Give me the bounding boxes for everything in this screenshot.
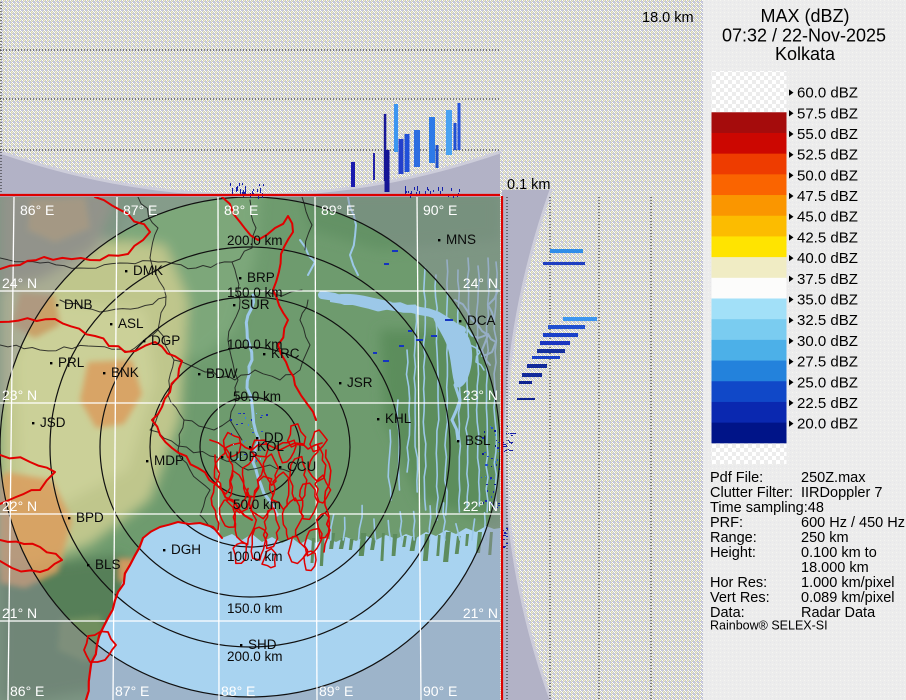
svg-text:18.0 km: 18.0 km [642,10,694,26]
svg-text:CCU: CCU [287,459,316,474]
svg-text:07:32 / 22-Nov-2025: 07:32 / 22-Nov-2025 [722,26,886,46]
svg-text:MDP: MDP [154,453,184,468]
svg-text:45.0 dBZ: 45.0 dBZ [797,209,858,226]
svg-text:30.0 dBZ: 30.0 dBZ [797,333,858,350]
svg-text:DGH: DGH [171,542,201,557]
svg-text:Range:: Range: [710,530,757,546]
svg-text:89° E: 89° E [319,683,353,699]
svg-text:32.5 dBZ: 32.5 dBZ [797,312,858,329]
svg-text:DMK: DMK [133,263,163,278]
svg-text:23° N: 23° N [2,387,37,403]
svg-text:23° N: 23° N [463,387,498,403]
svg-text:KHL: KHL [385,411,412,426]
svg-text:0.100 km to: 0.100 km to [801,545,877,561]
svg-text:BPD: BPD [76,510,104,525]
svg-text:24° N: 24° N [2,275,37,291]
svg-text:DCA: DCA [467,313,496,328]
svg-text:Clutter Filter:: Clutter Filter: [710,485,793,501]
svg-text:40.0 dBZ: 40.0 dBZ [797,250,858,267]
svg-text:18.000 km: 18.000 km [801,560,869,576]
svg-text:0.089 km/pixel: 0.089 km/pixel [801,590,895,606]
svg-text:86° E: 86° E [10,683,44,699]
svg-text:Vert Res:: Vert Res: [710,590,770,606]
svg-text:200.0 km: 200.0 km [227,233,283,248]
svg-text:27.5 dBZ: 27.5 dBZ [797,354,858,371]
svg-text:DNB: DNB [64,297,93,312]
svg-text:57.5 dBZ: 57.5 dBZ [797,105,858,122]
svg-text:Kolkata: Kolkata [775,44,836,64]
svg-text:BSL: BSL [465,433,491,448]
svg-text:BDW: BDW [206,366,238,381]
svg-text:UDP: UDP [229,449,258,464]
svg-text:35.0 dBZ: 35.0 dBZ [797,292,858,309]
svg-text:MNS: MNS [446,232,476,247]
svg-text:52.5 dBZ: 52.5 dBZ [797,147,858,164]
svg-text:Pdf File:: Pdf File: [710,470,763,486]
svg-text:21° N: 21° N [463,605,498,621]
svg-text:100.0 km: 100.0 km [227,337,283,352]
svg-text:150.0 km: 150.0 km [227,601,283,616]
svg-text:60.0 dBZ: 60.0 dBZ [797,85,858,102]
svg-text:PRF:: PRF: [710,515,743,531]
svg-text:90° E: 90° E [423,683,457,699]
svg-text:100.0 km: 100.0 km [227,549,283,564]
svg-text:Time sampling:48: Time sampling:48 [710,500,824,516]
svg-text:55.0 dBZ: 55.0 dBZ [797,126,858,143]
svg-text:JSR: JSR [347,375,373,390]
svg-text:1.000 km/pixel: 1.000 km/pixel [801,575,895,591]
svg-text:BLS: BLS [95,557,121,572]
svg-text:25.0 dBZ: 25.0 dBZ [797,374,858,391]
svg-text:50.0 km: 50.0 km [233,497,281,512]
svg-text:21° N: 21° N [2,605,37,621]
svg-text:600 Hz / 450 Hz: 600 Hz / 450 Hz [801,515,905,531]
svg-text:86° E: 86° E [20,202,54,218]
svg-text:89° E: 89° E [321,202,355,218]
svg-text:50.0 dBZ: 50.0 dBZ [797,167,858,184]
svg-text:0.1 km: 0.1 km [507,177,551,193]
svg-text:88° E: 88° E [224,202,258,218]
svg-text:200.0 km: 200.0 km [227,649,283,664]
svg-text:Hor Res:: Hor Res: [710,575,767,591]
svg-text:IIRDoppler 7: IIRDoppler 7 [801,485,882,501]
svg-text:24° N: 24° N [463,275,498,291]
svg-text:250 km: 250 km [801,530,849,546]
svg-text:KOL: KOL [257,439,285,454]
svg-text:37.5 dBZ: 37.5 dBZ [797,271,858,288]
svg-text:Height:: Height: [710,545,756,561]
svg-text:22° N: 22° N [463,498,498,514]
svg-text:47.5 dBZ: 47.5 dBZ [797,188,858,205]
svg-text:50.0 km: 50.0 km [233,389,281,404]
svg-text:87° E: 87° E [115,683,149,699]
svg-text:22° N: 22° N [2,498,37,514]
svg-text:150.0 km: 150.0 km [227,285,283,300]
svg-text:BRP: BRP [247,270,275,285]
svg-text:ASL: ASL [118,316,144,331]
svg-text:Rainbow® SELEX-SI: Rainbow® SELEX-SI [710,619,828,633]
svg-text:JSD: JSD [40,415,66,430]
svg-text:250Z.max: 250Z.max [801,470,866,486]
svg-text:BNK: BNK [111,365,139,380]
svg-text:88° E: 88° E [221,683,255,699]
svg-text:DGP: DGP [151,333,180,348]
svg-text:90° E: 90° E [423,202,457,218]
svg-text:PRL: PRL [58,355,85,370]
svg-text:22.5 dBZ: 22.5 dBZ [797,395,858,412]
svg-text:20.0 dBZ: 20.0 dBZ [797,416,858,433]
svg-text:87° E: 87° E [123,202,157,218]
svg-text:42.5 dBZ: 42.5 dBZ [797,229,858,246]
svg-text:MAX (dBZ): MAX (dBZ) [760,6,849,26]
